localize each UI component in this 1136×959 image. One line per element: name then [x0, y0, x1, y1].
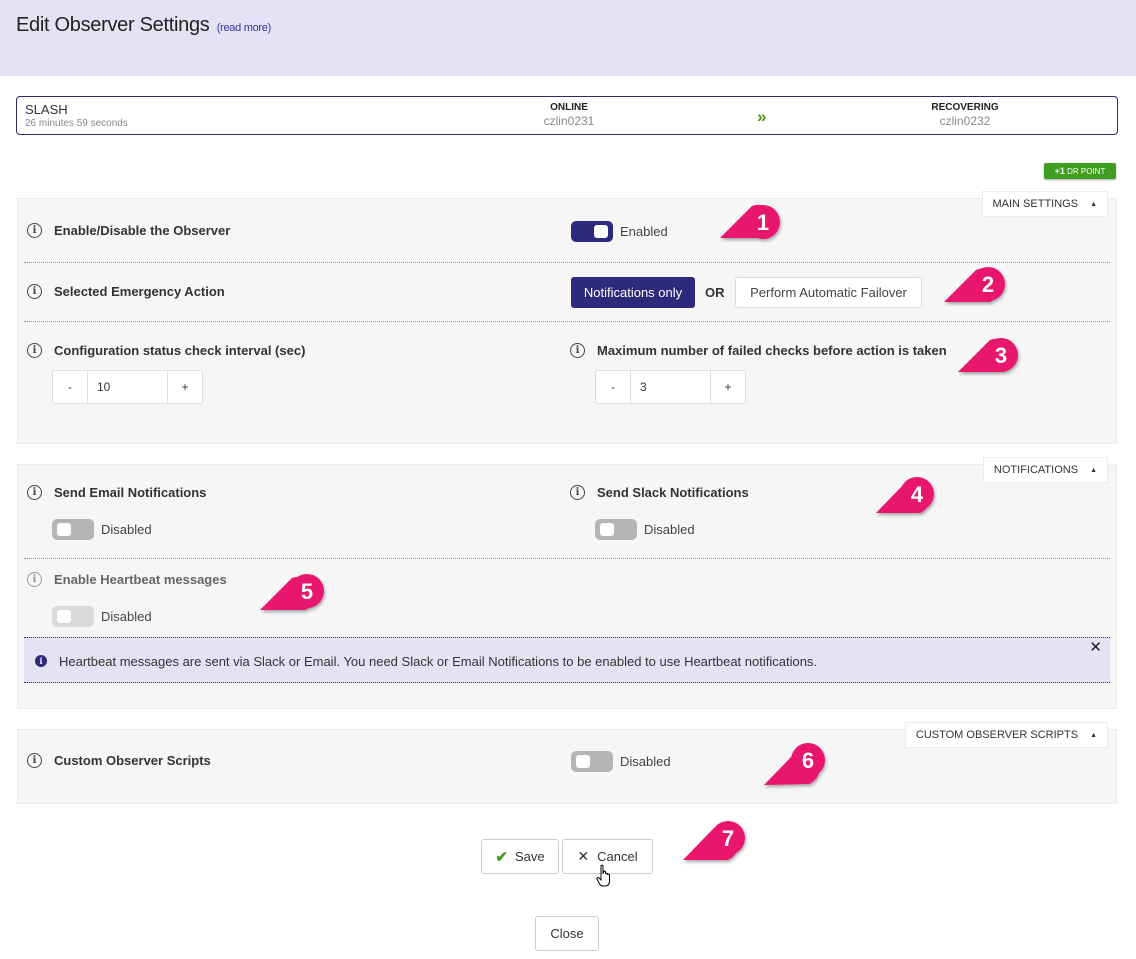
notifications-panel: NOTIFICATIONS ▲ i Send Email Notification…	[17, 457, 1117, 709]
heartbeat-info-alert: i Heartbeat messages are sent via Slack …	[24, 637, 1110, 683]
observer-enable-state: Enabled	[620, 224, 668, 239]
secondary-node: RECOVERING czlin0232	[905, 102, 1025, 128]
custom-scripts-toggle[interactable]	[571, 751, 613, 772]
callout-7: 7	[683, 821, 745, 860]
info-icon[interactable]: i	[27, 284, 42, 299]
heartbeat-row: i Enable Heartbeat messages	[27, 572, 227, 587]
toggle-knob	[594, 225, 608, 238]
observer-enable-toggle[interactable]	[571, 221, 613, 242]
custom-scripts-row: i Custom Observer Scripts	[27, 753, 211, 768]
caret-up-icon: ▲	[1090, 467, 1097, 474]
automatic-failover-button[interactable]: Perform Automatic Failover	[735, 277, 922, 308]
custom-scripts-tab[interactable]: CUSTOM OBSERVER SCRIPTS ▲	[904, 722, 1108, 748]
max-failed-input[interactable]: 3	[630, 371, 711, 403]
caret-up-icon: ▲	[1090, 732, 1097, 739]
status-bar: SLASH 26 minutes 59 seconds ONLINE czlin…	[16, 96, 1118, 135]
save-button[interactable]: ✔ Save	[481, 839, 559, 874]
secondary-host: czlin0232	[939, 114, 991, 128]
info-icon[interactable]: i	[27, 753, 42, 768]
custom-scripts-state: Disabled	[620, 754, 671, 769]
info-icon[interactable]: i	[570, 343, 585, 358]
close-label: Close	[550, 926, 584, 941]
check-interval-input[interactable]: 10	[87, 371, 168, 403]
toggle-knob	[57, 610, 71, 623]
main-settings-tab[interactable]: MAIN SETTINGS ▲	[981, 191, 1108, 217]
primary-status: ONLINE	[550, 102, 588, 113]
notifications-tab-label: NOTIFICATIONS	[993, 464, 1079, 476]
cluster-duration: 26 minutes 59 seconds	[25, 118, 128, 129]
dr-point-plus: +1	[1054, 166, 1065, 176]
info-circle-icon: i	[35, 655, 47, 667]
close-button[interactable]: Close	[535, 916, 599, 951]
cluster-name: SLASH	[25, 102, 68, 117]
increment-button[interactable]: +	[711, 371, 745, 403]
max-failed-stepper: - 3 +	[595, 370, 746, 404]
notifications-only-button[interactable]: Notifications only	[571, 277, 695, 308]
hand-cursor-icon	[596, 864, 614, 893]
decrement-button[interactable]: -	[53, 371, 87, 403]
custom-scripts-panel: CUSTOM OBSERVER SCRIPTS ▲ i Custom Observ…	[17, 722, 1117, 804]
notifications-tab[interactable]: NOTIFICATIONS ▲	[982, 457, 1108, 483]
emergency-action-row: i Selected Emergency Action	[27, 284, 225, 299]
increment-button[interactable]: +	[168, 371, 202, 403]
secondary-status: RECOVERING	[931, 102, 999, 113]
read-more-link[interactable]: (read more)	[217, 22, 271, 34]
toggle-knob	[576, 755, 590, 768]
save-label: Save	[514, 849, 545, 864]
email-notifications-row: i Send Email Notifications	[27, 485, 206, 500]
page-title-text: Edit Observer Settings	[16, 14, 210, 36]
heartbeat-alert-text: Heartbeat messages are sent via Slack or…	[59, 654, 818, 669]
slack-notifications-row: i Send Slack Notifications	[570, 485, 749, 500]
cancel-label: Cancel	[597, 849, 638, 864]
info-icon[interactable]: i	[27, 343, 42, 358]
decrement-button[interactable]: -	[596, 371, 630, 403]
x-icon: ✕	[577, 848, 590, 864]
or-separator: OR	[705, 285, 725, 300]
check-interval-row: i Configuration status check interval (s…	[27, 343, 305, 358]
heartbeat-label: Enable Heartbeat messages	[54, 572, 227, 587]
email-notifications-state: Disabled	[101, 522, 152, 537]
toggle-knob	[57, 523, 71, 536]
callout-7-number: 7	[722, 826, 734, 851]
slack-notifications-toggle[interactable]	[595, 519, 637, 540]
slack-notifications-label: Send Slack Notifications	[597, 485, 749, 500]
heartbeat-toggle[interactable]	[52, 606, 94, 627]
primary-host: czlin0231	[543, 114, 595, 128]
observer-enable-row: i Enable/Disable the Observer	[27, 223, 230, 238]
max-failed-row: i Maximum number of failed checks before…	[570, 343, 947, 358]
custom-scripts-tab-label: CUSTOM OBSERVER SCRIPTS	[915, 729, 1079, 741]
check-interval-label: Configuration status check interval (sec…	[54, 343, 306, 358]
page-title: Edit Observer Settings (read more)	[16, 14, 271, 37]
heartbeat-state: Disabled	[101, 609, 152, 624]
main-settings-panel: MAIN SETTINGS ▲ i Enable/Disable the Obse…	[17, 191, 1117, 444]
email-notifications-toggle[interactable]	[52, 519, 94, 540]
custom-scripts-label: Custom Observer Scripts	[54, 753, 211, 768]
divider	[24, 321, 1110, 322]
divider	[24, 262, 1110, 263]
primary-node: ONLINE czlin0231	[509, 102, 629, 128]
check-interval-stepper: - 10 +	[52, 370, 203, 404]
info-icon[interactable]: i	[27, 572, 42, 587]
toggle-knob	[600, 523, 614, 536]
page-header: Edit Observer Settings (read more)	[0, 0, 1136, 76]
double-chevron-right-icon: »	[757, 107, 767, 126]
info-icon[interactable]: i	[27, 485, 42, 500]
dr-point-text: DR POINT	[1067, 167, 1106, 176]
info-icon[interactable]: i	[27, 223, 42, 238]
max-failed-label: Maximum number of failed checks before a…	[597, 343, 947, 358]
email-notifications-label: Send Email Notifications	[54, 485, 207, 500]
check-icon: ✔	[495, 848, 508, 866]
slack-notifications-state: Disabled	[644, 522, 695, 537]
observer-enable-label: Enable/Disable the Observer	[54, 223, 231, 238]
main-settings-tab-label: MAIN SETTINGS	[992, 198, 1079, 210]
info-icon[interactable]: i	[570, 485, 585, 500]
dr-point-badge: +1 DR POINT	[1044, 163, 1116, 179]
emergency-action-label: Selected Emergency Action	[54, 284, 225, 299]
divider	[24, 558, 1110, 559]
close-icon[interactable]: ✕	[1089, 638, 1102, 656]
caret-up-icon: ▲	[1090, 201, 1097, 208]
